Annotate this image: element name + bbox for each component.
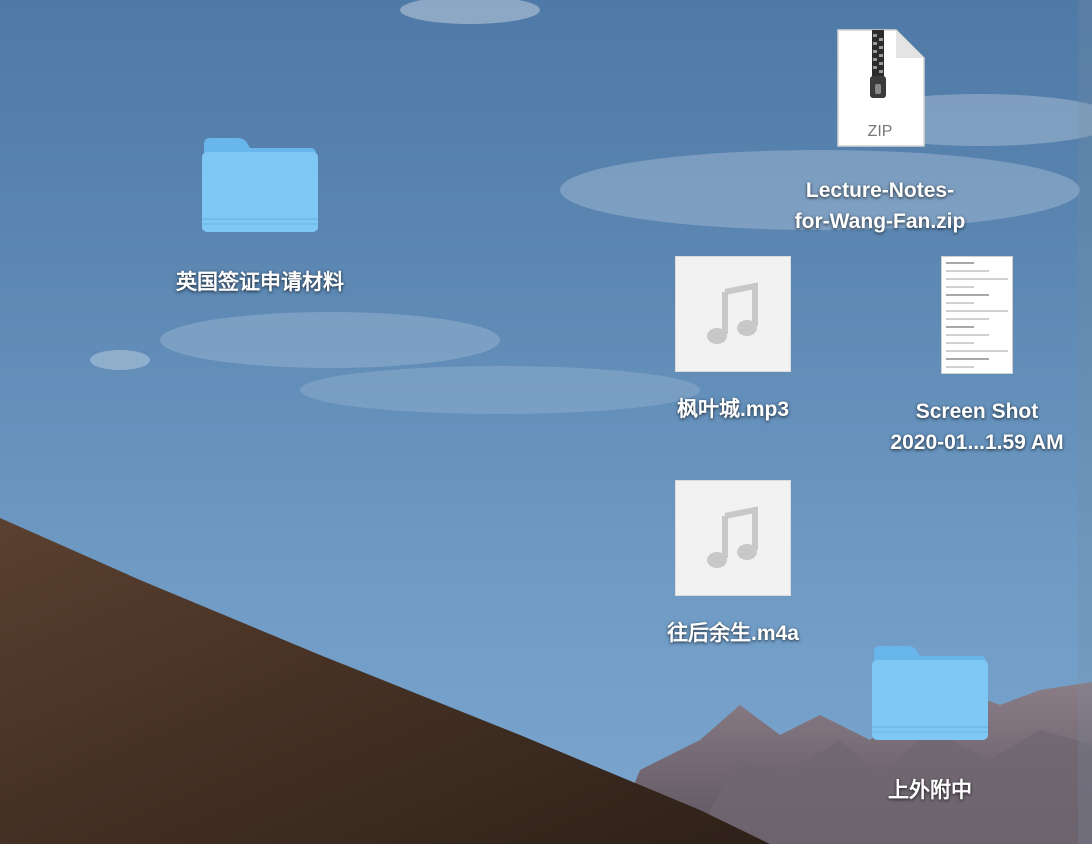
zip-file-icon: ZIP [832,26,928,155]
desktop-icon-mp3[interactable]: 枫叶城.mp3 [633,256,833,425]
desktop-icon-shanghai-folder[interactable]: 上外附中 [840,642,1020,806]
desktop-icon-lecture-notes-zip[interactable]: ZIP Lecture-Notes- for-Wang-Fan.zip [760,26,1000,237]
icon-label-line-2: 2020-01...1.59 AM [890,431,1064,454]
desktop-icon-screenshot[interactable]: Screen Shot 2020-01...1.59 AM [862,256,1092,458]
folder-icon [868,642,992,749]
icon-label-line-2: for-Wang-Fan.zip [794,210,966,233]
folder-icon [198,134,322,241]
icon-label: 往后余生.m4a [667,622,799,645]
desktop-icon-m4a[interactable]: 往后余生.m4a [633,480,833,649]
music-note-icon [675,256,791,372]
zip-badge: ZIP [867,123,893,140]
desktop-icon-visa-folder[interactable]: 英国签证申请材料 [150,134,370,298]
icon-label: 英国签证申请材料 [176,271,344,294]
screenshot-thumbnail [941,256,1013,374]
icon-label-line-1: Screen Shot [915,400,1039,423]
icon-label: 枫叶城.mp3 [676,398,789,421]
icon-label-line-1: Lecture-Notes- [805,179,955,202]
icon-label: 上外附中 [888,779,972,802]
music-note-icon [675,480,791,596]
